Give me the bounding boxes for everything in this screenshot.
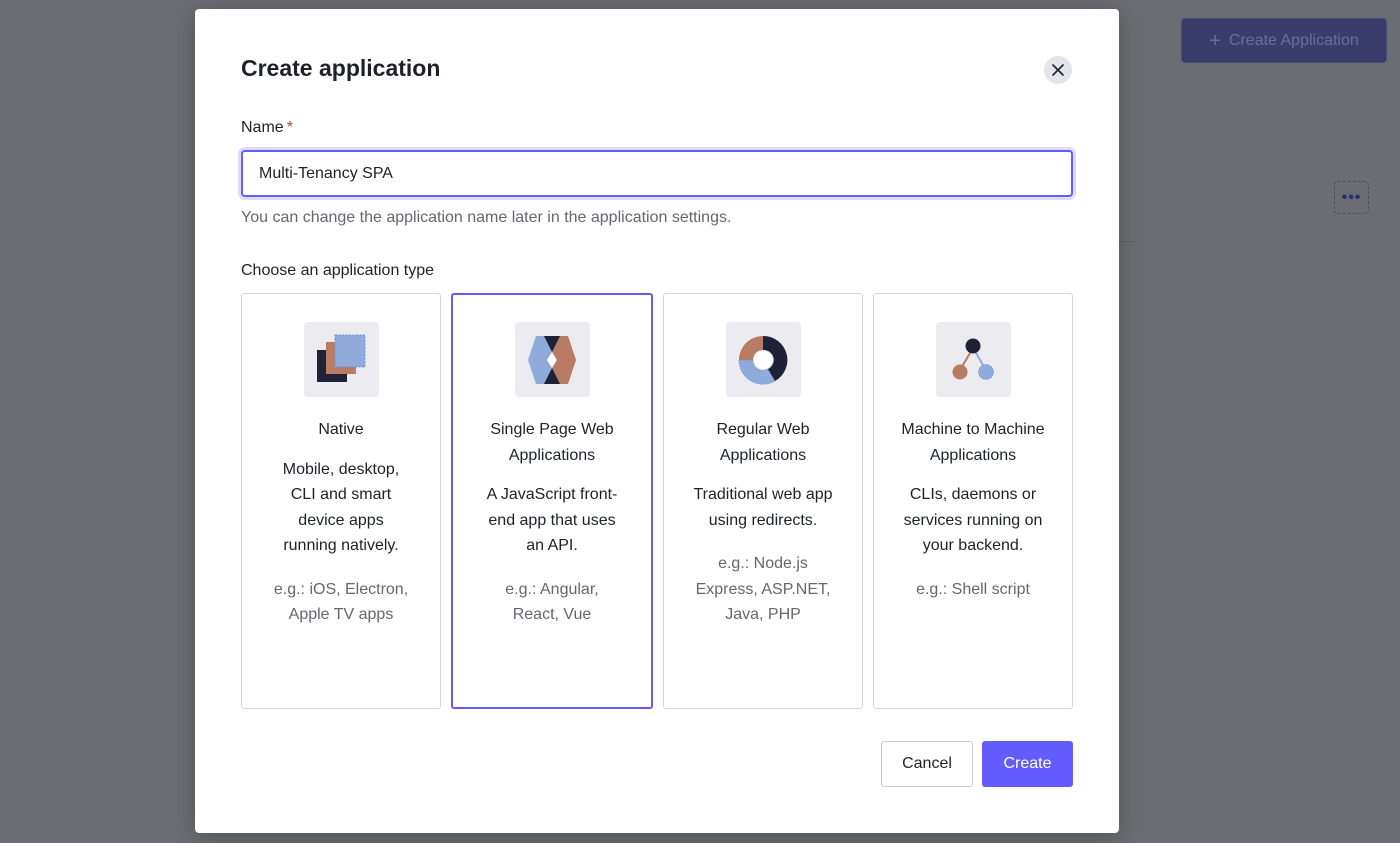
card-description: CLIs, daemons or services running on you… <box>903 486 1043 554</box>
card-description: A JavaScript front-end app that uses an … <box>486 486 618 554</box>
more-options-icon: ••• <box>1334 181 1369 214</box>
application-name-input[interactable] <box>241 150 1073 197</box>
create-application-dialog: Create application Name* You can change … <box>195 9 1119 833</box>
card-title: Single Page Web Applications <box>490 421 614 464</box>
regular-web-icon <box>725 322 801 397</box>
create-application-button: + Create Application <box>1181 18 1387 63</box>
application-type-machine-to-machine[interactable]: Machine to Machine Applications CLIs, da… <box>873 293 1073 709</box>
close-button[interactable] <box>1044 56 1072 84</box>
background-divider <box>1118 241 1136 242</box>
spa-icon <box>514 322 590 397</box>
card-description: Mobile, desktop, CLI and smart device ap… <box>282 460 400 555</box>
name-field-label: Name * <box>241 119 293 137</box>
name-helper-text: You can change the application name late… <box>241 209 732 226</box>
required-marker: * <box>286 119 293 136</box>
card-description: Traditional web app using redirects. <box>693 486 833 529</box>
card-title: Machine to Machine Applications <box>901 421 1045 464</box>
name-label-text: Name <box>241 119 284 136</box>
close-icon <box>1052 64 1064 76</box>
card-title: Regular Web Applications <box>716 421 810 464</box>
create-application-label: Create Application <box>1228 31 1359 49</box>
application-type-options: Native Mobile, desktop, CLI and smart de… <box>241 293 1073 709</box>
card-example: e.g.: Node.js Express, ASP.NET, Java, PH… <box>695 555 831 623</box>
card-title: Native <box>318 421 364 438</box>
cancel-button[interactable]: Cancel <box>881 741 973 787</box>
create-button[interactable]: Create <box>982 741 1073 787</box>
card-example: e.g.: iOS, Electron, Apple TV apps <box>273 580 409 624</box>
application-type-native[interactable]: Native Mobile, desktop, CLI and smart de… <box>241 293 441 709</box>
plus-icon: + <box>1209 29 1221 52</box>
native-icon <box>303 322 379 397</box>
card-example: e.g.: Angular, React, Vue <box>505 580 599 624</box>
application-type-spa[interactable]: Single Page Web Applications A JavaScrip… <box>451 293 653 709</box>
card-example: e.g.: Shell script <box>916 580 1030 598</box>
dialog-title: Create application <box>241 55 441 81</box>
application-type-regular-web[interactable]: Regular Web Applications Traditional web… <box>663 293 863 709</box>
application-type-label: Choose an application type <box>241 262 435 279</box>
machine-to-machine-icon <box>935 322 1011 397</box>
